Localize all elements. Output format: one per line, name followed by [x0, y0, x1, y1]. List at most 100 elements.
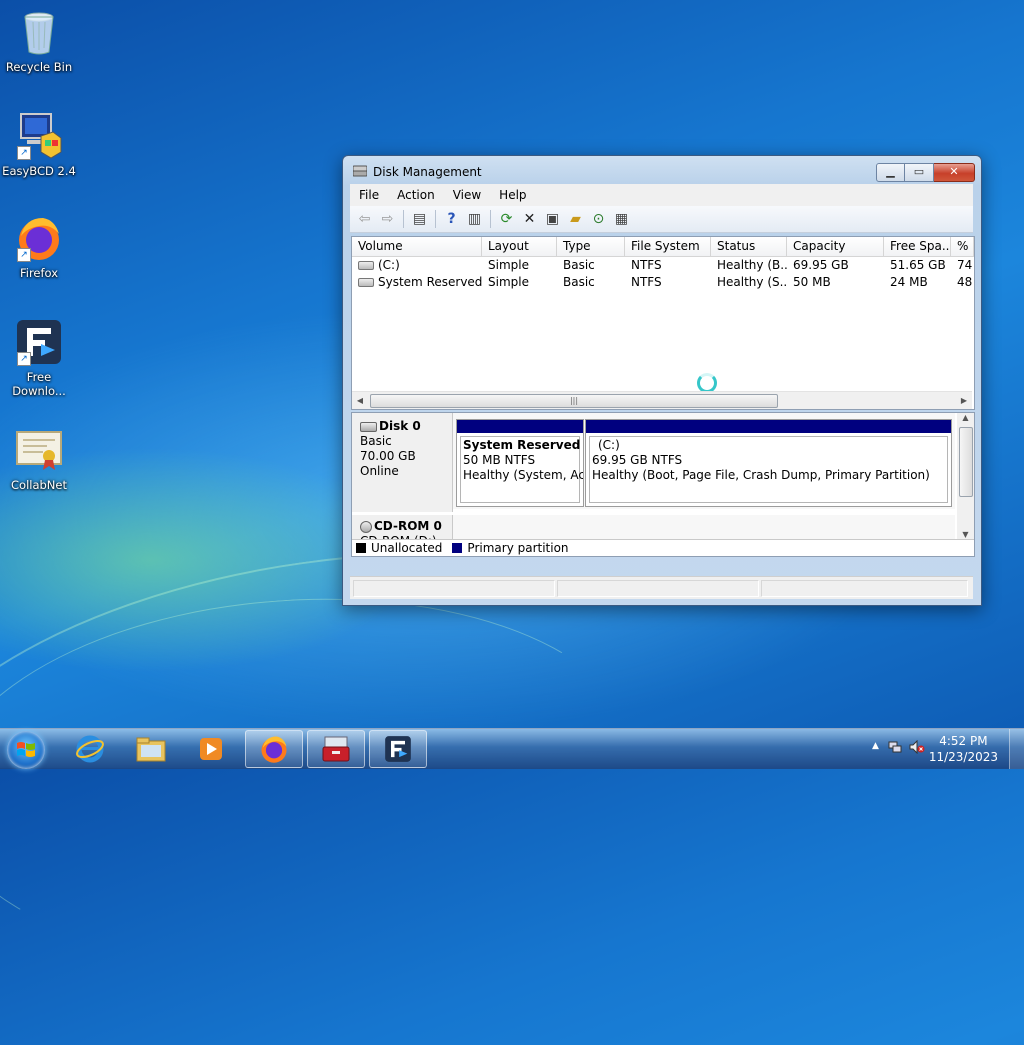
desktop-icon-easybcd[interactable]: ↗ EasyBCD 2.4: [1, 112, 77, 178]
cell-capacity: 50 MB: [793, 275, 831, 289]
vertical-scroll-thumb[interactable]: [959, 427, 973, 497]
firefox-icon: [261, 736, 287, 763]
cell-type: Basic: [563, 258, 595, 272]
unallocated-swatch: [356, 543, 366, 553]
column-header-status[interactable]: Status: [711, 237, 787, 256]
cd-rom-0-area: [453, 515, 955, 539]
menu-bar: File Action View Help: [350, 184, 973, 206]
show-desktop-button[interactable]: [1009, 729, 1024, 769]
cell-layout: Simple: [488, 258, 529, 272]
desktop-icon-recycle-bin[interactable]: Recycle Bin: [1, 8, 77, 74]
desktop-icon-label: Recycle Bin: [5, 60, 73, 74]
cell-status: Healthy (S...: [717, 275, 787, 289]
taskbar-disk-management[interactable]: [307, 730, 365, 768]
explore-icon[interactable]: ⊙: [589, 209, 609, 229]
network-icon[interactable]: [888, 740, 902, 754]
disk-size: 70.00 GB: [360, 449, 416, 463]
column-header-free-space[interactable]: Free Spa...: [884, 237, 951, 256]
start-button[interactable]: [7, 731, 45, 769]
rescan-disks-icon[interactable]: ▦: [612, 209, 632, 229]
easybcd-icon: ↗: [15, 112, 63, 160]
forward-icon[interactable]: ⇨: [378, 209, 398, 229]
clock[interactable]: 4:52 PM 11/23/2023: [929, 733, 998, 765]
volume-list-header: Volume Layout Type File System Status Ca…: [352, 237, 974, 257]
taskbar-windows-explorer[interactable]: [122, 730, 180, 768]
disk-0-label[interactable]: Disk 0 Basic 70.00 GB Online: [352, 413, 453, 512]
desktop-icon-label: Free Downlo...: [12, 370, 66, 398]
legend-primary-partition: Primary partition: [467, 541, 569, 555]
cell-type: Basic: [563, 275, 595, 289]
scroll-down-icon[interactable]: ▼: [957, 530, 974, 539]
column-header-volume[interactable]: Volume: [352, 237, 482, 256]
window-titlebar[interactable]: Disk Management ▁ ▭ ✕: [343, 156, 981, 186]
horizontal-scrollbar[interactable]: ◀ ||| ▶: [352, 391, 972, 409]
desktop-icon-free-download-manager[interactable]: ↗ Free Downlo...: [1, 318, 77, 398]
system-tray: ▲ 4:52 PM 11/23/2023: [864, 729, 1024, 769]
delete-icon[interactable]: ✕: [520, 209, 540, 229]
menu-file[interactable]: File: [350, 188, 388, 202]
toolbar-separator: [403, 210, 404, 228]
scroll-left-icon[interactable]: ◀: [352, 392, 368, 409]
cd-rom-0-label[interactable]: CD-ROM 0 CD-ROM (D:): [352, 515, 453, 548]
desktop-icon-label: Firefox: [19, 266, 59, 280]
show-action-pane-icon[interactable]: ▥: [465, 209, 485, 229]
shortcut-arrow-icon: ↗: [17, 146, 31, 160]
drive-icon: [358, 261, 374, 270]
desktop-icon-collabnet[interactable]: CollabNet: [1, 426, 77, 492]
properties-icon[interactable]: ▣: [543, 209, 563, 229]
disk-management-icon: [352, 165, 368, 177]
column-header-layout[interactable]: Layout: [482, 237, 557, 256]
taskbar-free-download-manager[interactable]: [369, 730, 427, 768]
cell-percent-free: 48: [957, 275, 973, 289]
disk-map[interactable]: Disk 0 Basic 70.00 GB Online System Rese…: [351, 412, 975, 557]
column-header-file-system[interactable]: File System: [625, 237, 711, 256]
volume-list[interactable]: Volume Layout Type File System Status Ca…: [351, 236, 975, 410]
clock-date: 11/23/2023: [928, 750, 998, 764]
desktop-icon-label: CollabNet: [11, 478, 67, 492]
column-header-capacity[interactable]: Capacity: [787, 237, 884, 256]
maximize-button[interactable]: ▭: [905, 163, 934, 182]
toolbar-separator: [435, 210, 436, 228]
primary-partition-swatch: [452, 543, 463, 553]
busy-cursor-icon: [697, 373, 717, 393]
horizontal-scroll-thumb[interactable]: |||: [370, 394, 778, 408]
help-icon[interactable]: ?: [442, 209, 462, 229]
legend: Unallocated Primary partition: [352, 539, 974, 556]
toolbar-separator: [490, 210, 491, 228]
partition-name: System Reserved: [463, 438, 581, 452]
disk-management-window[interactable]: Disk Management ▁ ▭ ✕ File Action View H…: [342, 155, 982, 606]
disk-state: Online: [360, 464, 399, 478]
windows-logo-icon: [17, 742, 35, 757]
partition-system-reserved[interactable]: System Reserved 50 MB NTFS Healthy (Syst…: [456, 419, 584, 507]
vertical-scrollbar[interactable]: ▲ ▼: [957, 413, 974, 539]
close-button[interactable]: ✕: [934, 163, 975, 182]
volume-muted-icon[interactable]: [909, 739, 925, 755]
window-title: Disk Management: [373, 165, 482, 179]
column-header-type[interactable]: Type: [557, 237, 625, 256]
taskbar-firefox[interactable]: [245, 730, 303, 768]
show-hidden-icons-icon[interactable]: ▲: [872, 741, 879, 751]
menu-view[interactable]: View: [444, 188, 490, 202]
column-header-percent-free[interactable]: % F: [951, 237, 974, 256]
table-row[interactable]: System Reserved Simple Basic NTFS Health…: [352, 274, 974, 291]
taskbar-internet-explorer[interactable]: [61, 730, 119, 768]
partition-c-drive[interactable]: (C:) 69.95 GB NTFS Healthy (Boot, Page F…: [585, 419, 952, 507]
firefox-icon: ↗: [15, 214, 63, 262]
status-segment: [353, 580, 555, 597]
taskbar-media-player[interactable]: [182, 730, 240, 768]
refresh-icon[interactable]: ⟳: [497, 209, 517, 229]
show-hide-console-tree-icon[interactable]: ▤: [410, 209, 430, 229]
back-icon[interactable]: ⇦: [355, 209, 375, 229]
scroll-up-icon[interactable]: ▲: [957, 413, 974, 422]
cell-layout: Simple: [488, 275, 529, 289]
scroll-right-icon[interactable]: ▶: [956, 392, 972, 409]
menu-action[interactable]: Action: [388, 188, 444, 202]
drive-icon: [358, 278, 374, 287]
desktop-icon-firefox[interactable]: ↗ Firefox: [1, 214, 77, 280]
table-row[interactable]: (C:) Simple Basic NTFS Healthy (B... 69.…: [352, 257, 974, 274]
cell-volume: System Reserved: [378, 275, 482, 289]
status-segment: [557, 580, 759, 597]
minimize-button[interactable]: ▁: [876, 163, 905, 182]
open-icon[interactable]: ▰: [566, 209, 586, 229]
menu-help[interactable]: Help: [490, 188, 535, 202]
